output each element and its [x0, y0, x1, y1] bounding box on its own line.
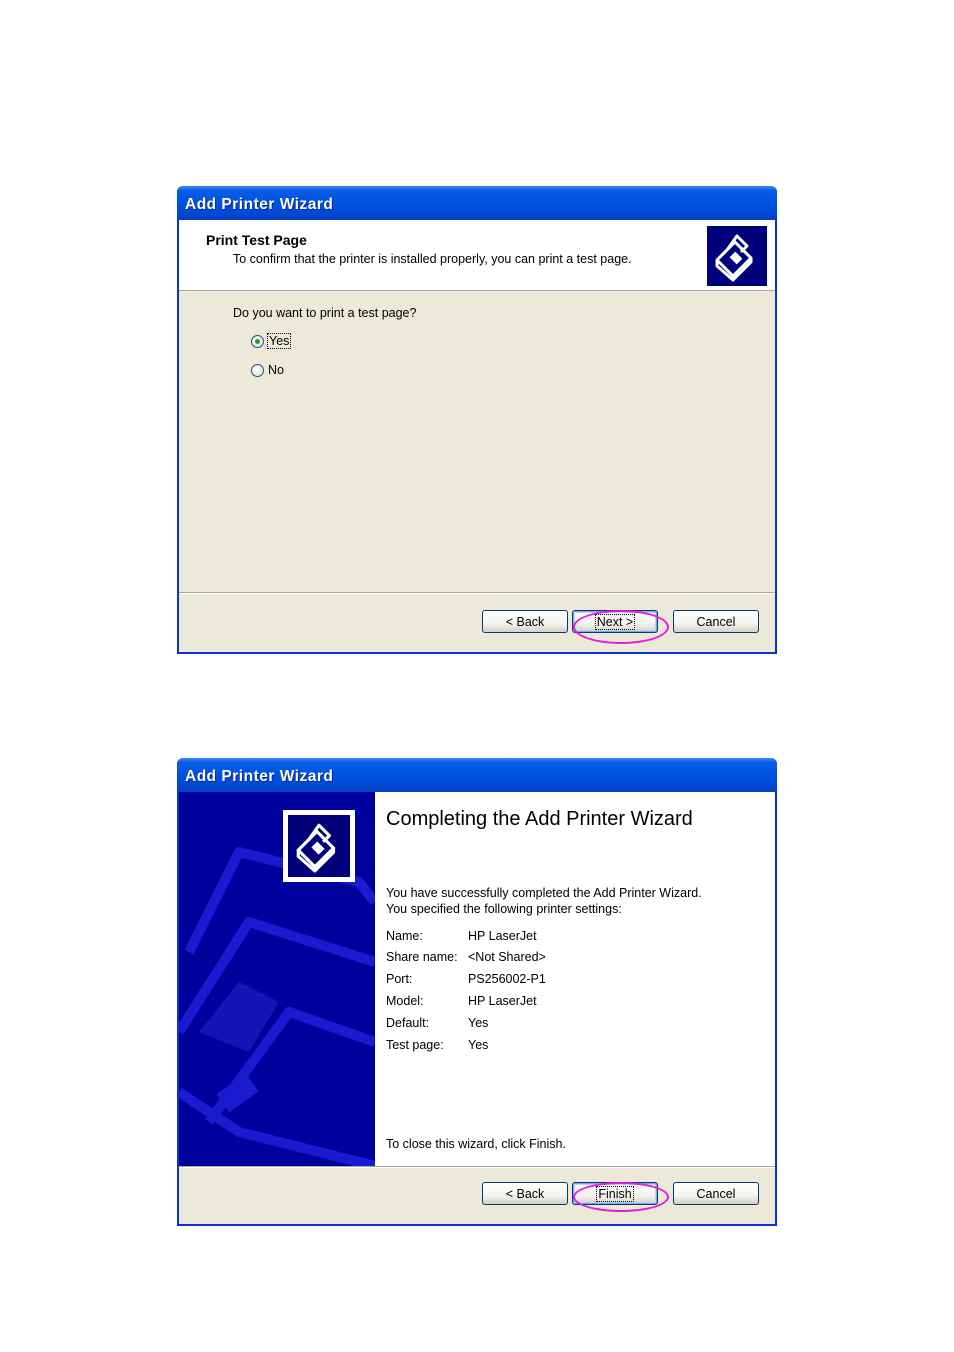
cancel-button[interactable]: Cancel	[673, 610, 759, 633]
radio-label-no[interactable]: No	[268, 363, 284, 377]
setting-value-port: PS256002-P1	[468, 972, 546, 986]
setting-value-share-name: <Not Shared>	[468, 950, 546, 964]
back-button-label: < Back	[505, 1186, 545, 1201]
back-button-label: < Back	[505, 614, 545, 629]
window-title: Add Printer Wizard	[185, 768, 334, 785]
wizard-content: Completing the Add Printer Wizard You ha…	[375, 792, 775, 1166]
radio-option-yes[interactable]: Yes	[251, 333, 292, 349]
setting-label-model: Model:	[386, 994, 424, 1008]
test-page-question: Do you want to print a test page?	[233, 306, 417, 320]
intro-text-line1: You have successfully completed the Add …	[386, 886, 702, 900]
next-button[interactable]: Next >	[572, 610, 658, 633]
setting-label-test-page: Test page:	[386, 1038, 444, 1052]
window-title-bar[interactable]: Add Printer Wizard	[177, 758, 777, 792]
intro-text-line2: You specified the following printer sett…	[386, 902, 622, 916]
setting-label-share-name: Share name:	[386, 950, 458, 964]
back-button[interactable]: < Back	[482, 610, 568, 633]
setting-value-test-page: Yes	[468, 1038, 489, 1052]
finish-button-label: Finish	[596, 1185, 634, 1202]
wizard-header: Print Test Page To confirm that the prin…	[179, 220, 775, 291]
closing-text: To close this wizard, click Finish.	[386, 1137, 566, 1151]
setting-label-name: Name:	[386, 929, 423, 943]
cancel-button-label: Cancel	[696, 614, 736, 629]
setting-label-port: Port:	[386, 972, 413, 986]
setting-value-default: Yes	[468, 1016, 489, 1030]
print-test-page-window: Add Printer Wizard Print Test Page To co…	[177, 186, 777, 654]
setting-value-model: HP LaserJet	[468, 994, 537, 1008]
radio-button-yes[interactable]	[251, 334, 264, 348]
finish-button[interactable]: Finish	[572, 1182, 658, 1205]
page-title: Print Test Page	[206, 232, 307, 248]
printer-icon	[707, 226, 767, 286]
completing-wizard-window: Add Printer Wizard Completing the Add Pr…	[177, 758, 777, 1226]
back-button[interactable]: < Back	[482, 1182, 568, 1205]
window-title-bar[interactable]: Add Printer Wizard	[177, 186, 777, 220]
button-separator	[179, 1166, 775, 1168]
setting-label-default: Default:	[386, 1016, 430, 1030]
page-subtitle: To confirm that the printer is installed…	[233, 252, 632, 266]
window-title: Add Printer Wizard	[185, 196, 334, 213]
next-button-label: Next >	[594, 613, 636, 630]
printer-icon	[283, 810, 355, 882]
cancel-button-label: Cancel	[696, 1186, 736, 1201]
completion-heading: Completing the Add Printer Wizard	[386, 808, 693, 830]
radio-label-yes[interactable]: Yes	[266, 333, 292, 349]
button-separator	[179, 592, 775, 594]
radio-option-no[interactable]: No	[251, 363, 284, 377]
radio-button-no[interactable]	[251, 363, 264, 377]
wizard-side-panel	[179, 792, 375, 1166]
cancel-button[interactable]: Cancel	[673, 1182, 759, 1205]
setting-value-name: HP LaserJet	[468, 929, 537, 943]
